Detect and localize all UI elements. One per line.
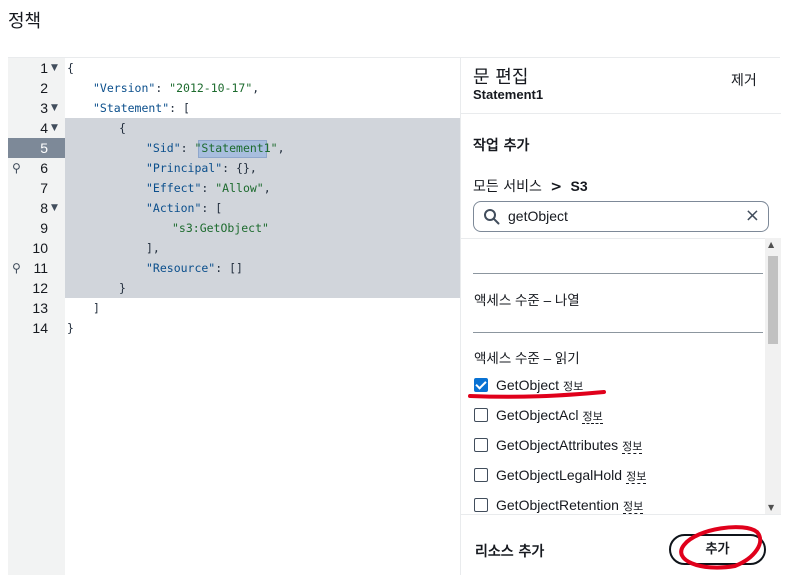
info-link[interactable]: 정보	[622, 501, 644, 514]
code-line-13[interactable]: ]	[93, 298, 100, 318]
panel-title: 문 편집	[473, 67, 529, 88]
code-line-3[interactable]: "Statement": [	[93, 98, 190, 118]
search-icon	[484, 209, 500, 225]
json-policy-editor[interactable]: 1 ▼ 2 3 ▼ 4 ▼ 5 6 ⚲ 7 8 ▼ 9 10 11 ⚲ 12 13 14 { "Version": "…	[8, 58, 460, 575]
action-name: GetObjectRetention	[496, 497, 619, 513]
list-divider	[473, 332, 763, 333]
code-line-4[interactable]: {	[119, 118, 126, 138]
code-line-12[interactable]: }	[119, 278, 126, 298]
checkbox-unchecked-icon[interactable]	[474, 498, 488, 512]
checkbox-unchecked-icon[interactable]	[474, 438, 488, 452]
panel-divider	[461, 113, 781, 114]
info-link[interactable]: 정보	[582, 411, 603, 424]
list-divider	[473, 273, 763, 274]
add-resource-button[interactable]: 추가	[669, 534, 766, 565]
code-line-2[interactable]: "Version": "2012-10-17",	[93, 78, 259, 98]
action-name: GetObjectAttributes	[496, 437, 619, 453]
code-line-5[interactable]: "Sid": "Statement1",	[146, 138, 285, 158]
checkbox-checked-icon[interactable]	[474, 378, 488, 392]
add-action-label: 작업 추가	[473, 138, 530, 154]
code-line-6[interactable]: "Principal": {},	[146, 158, 257, 178]
scroll-down-icon[interactable]: ▼	[768, 503, 774, 512]
scroll-up-icon[interactable]: ▲	[768, 240, 774, 249]
code-line-8[interactable]: "Action": [	[146, 198, 222, 218]
statement-edit-panel: 문 편집 Statement1 제거 작업 추가 모든 서비스 > S3 get…	[460, 58, 781, 575]
scrollbar-thumb[interactable]	[768, 256, 778, 344]
action-list: 액세스 수준 – 나열 액세스 수준 – 읽기 GetObject 정보 GetOb…	[461, 238, 781, 514]
close-icon[interactable]: ×	[745, 205, 760, 226]
chevron-right-icon: >	[550, 179, 563, 195]
action-label: GetObject 정보	[496, 377, 584, 394]
action-label: GetObjectRetention 정보	[496, 497, 644, 514]
code-line-14[interactable]: }	[67, 318, 74, 338]
checkbox-unchecked-icon[interactable]	[474, 468, 488, 482]
code-line-10[interactable]: ],	[146, 238, 160, 258]
breadcrumb-service: S3	[570, 178, 588, 194]
remove-statement-button[interactable]: 제거	[731, 70, 757, 90]
info-link[interactable]: 정보	[626, 471, 647, 484]
action-list-scrollbar[interactable]: ▲ ▼	[765, 238, 781, 514]
group-label-list: 액세스 수준 – 나열	[474, 293, 580, 308]
code-line-9[interactable]: "s3:GetObject"	[172, 218, 269, 238]
checkbox-unchecked-icon[interactable]	[474, 408, 488, 422]
action-search-input[interactable]: getObject ×	[473, 201, 769, 232]
panel-divider	[461, 514, 781, 515]
search-value: getObject	[508, 208, 568, 224]
statement-name: Statement1	[473, 87, 544, 102]
breadcrumb-all-services[interactable]: 모든 서비스	[473, 179, 542, 195]
code-line-1[interactable]: {	[67, 58, 74, 78]
code-line-7[interactable]: "Effect": "Allow",	[146, 178, 271, 198]
action-name: GetObject	[496, 377, 560, 393]
code-line-11[interactable]: "Resource": []	[146, 258, 243, 278]
action-name: GetObjectAcl	[496, 407, 579, 423]
group-label-read: 액세스 수준 – 읽기	[474, 351, 580, 366]
add-resource-label: 리소스 추가	[475, 544, 545, 560]
action-label: GetObjectAcl 정보	[496, 407, 603, 424]
page-title: 정책	[8, 11, 42, 32]
service-breadcrumb: 모든 서비스 > S3	[473, 176, 588, 196]
info-link[interactable]: 정보	[563, 381, 584, 394]
action-name: GetObjectLegalHold	[496, 467, 623, 483]
action-label: GetObjectAttributes 정보	[496, 437, 643, 454]
info-link[interactable]: 정보	[622, 441, 643, 454]
action-label: GetObjectLegalHold 정보	[496, 467, 647, 484]
